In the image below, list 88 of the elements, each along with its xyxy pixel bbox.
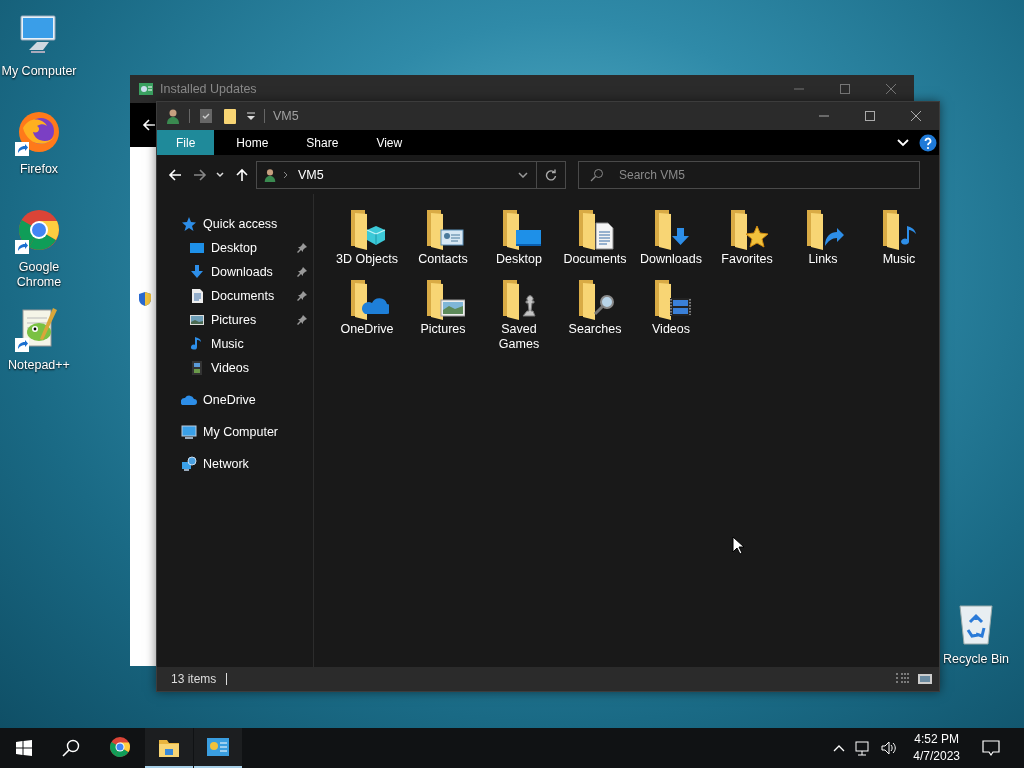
maximize-icon	[865, 111, 875, 121]
folder-label[interactable]: Saved Games	[482, 322, 556, 352]
nav-item[interactable]: Quick access	[203, 217, 278, 231]
search-field[interactable]: Search VM5	[578, 160, 920, 189]
toolbar-divider	[189, 109, 190, 123]
pin-icon[interactable]	[297, 315, 307, 325]
nav-item[interactable]: Downloads	[211, 265, 273, 279]
folder-label[interactable]: Desktop	[482, 252, 556, 267]
recent-locations-chevron-icon[interactable]	[216, 171, 224, 178]
notification-icon[interactable]	[982, 739, 1000, 757]
network-icon[interactable]	[855, 740, 872, 756]
folder-label[interactable]: Documents	[558, 252, 632, 267]
properties-icon[interactable]	[198, 108, 214, 124]
clock-date[interactable]: 4/7/2023	[913, 748, 960, 765]
desktop-icon-label[interactable]: My Computer	[1, 64, 77, 79]
picture-icon	[189, 312, 205, 328]
up-arrow-icon[interactable]	[235, 167, 249, 182]
back-arrow-icon[interactable]	[168, 167, 182, 182]
user-icon[interactable]	[165, 108, 181, 124]
folder-label[interactable]: Searches	[558, 322, 632, 337]
maximize-icon	[840, 84, 850, 94]
pin-icon[interactable]	[297, 291, 307, 301]
control-panel-icon	[206, 735, 230, 759]
back-arrow-icon[interactable]	[142, 118, 156, 132]
folder-label[interactable]: 3D Objects	[330, 252, 404, 267]
user-icon	[263, 166, 277, 183]
window-title: Installed Updates	[160, 82, 257, 96]
nav-item[interactable]: Documents	[211, 289, 275, 303]
folder-label[interactable]: Favorites	[710, 252, 784, 267]
control-panel-icon	[138, 81, 154, 97]
ribbon-tab[interactable]: Home	[220, 130, 285, 155]
mouse-pointer-icon	[732, 536, 744, 555]
refresh-icon[interactable]	[545, 168, 557, 181]
search-icon[interactable]	[62, 739, 80, 757]
nav-item[interactable]: My Computer	[203, 425, 279, 439]
search-icon	[590, 167, 604, 182]
film-icon	[189, 360, 205, 376]
pin-icon[interactable]	[297, 243, 307, 253]
taskbar-folder-button[interactable]	[145, 728, 193, 768]
nav-item[interactable]: Videos	[211, 361, 249, 375]
clock-time[interactable]: 4:52 PM	[913, 731, 960, 748]
folder-label[interactable]: OneDrive	[330, 322, 404, 337]
item-count: 13 items	[171, 672, 217, 686]
address-path: VM5	[298, 167, 324, 182]
ribbon-tab[interactable]: Share	[290, 130, 355, 155]
chevron-down-icon[interactable]	[518, 171, 528, 178]
breadcrumb-chevron-icon	[283, 170, 288, 179]
window-title: VM5	[273, 109, 299, 123]
star-icon	[181, 216, 197, 232]
folder-label[interactable]: Downloads	[634, 252, 708, 267]
nav-item[interactable]: Network	[203, 457, 249, 471]
folder-label[interactable]: Pictures	[406, 322, 480, 337]
ribbon-tab[interactable]: File	[157, 130, 215, 155]
chrome-icon	[108, 735, 132, 759]
speaker-icon[interactable]	[881, 740, 898, 756]
pin-icon[interactable]	[297, 267, 307, 277]
nav-item[interactable]: Pictures	[211, 313, 257, 327]
address-field[interactable]: VM5	[256, 160, 566, 189]
desktop-icon-label[interactable]: Notepad++	[8, 358, 70, 373]
new-folder-icon[interactable]	[222, 108, 238, 124]
forward-arrow-icon[interactable]	[193, 167, 207, 182]
folder-label[interactable]: Links	[786, 252, 860, 267]
nav-item[interactable]: OneDrive	[203, 393, 256, 407]
large-icons-view-icon[interactable]	[917, 672, 933, 686]
nav-item[interactable]: Desktop	[211, 241, 257, 255]
taskbar-control-panel-button[interactable]	[194, 728, 242, 768]
help-icon[interactable]	[919, 133, 937, 152]
folder-label[interactable]: Music	[862, 252, 936, 267]
toolbar-divider	[264, 109, 265, 123]
monitor-icon	[181, 424, 197, 440]
network-icon	[181, 456, 197, 472]
details-view-icon[interactable]	[895, 672, 911, 686]
close-icon	[886, 84, 896, 94]
windows-start-icon[interactable]	[16, 740, 32, 756]
customize-dropdown-icon[interactable]	[246, 111, 256, 121]
ribbon-tab[interactable]: View	[360, 130, 419, 155]
desktop-icon-label[interactable]: Google Chrome	[0, 260, 78, 290]
shield-icon	[138, 291, 152, 307]
down-arrow-icon	[189, 264, 205, 280]
close-icon	[911, 111, 921, 121]
document-icon	[189, 288, 205, 304]
nav-item[interactable]: Music	[211, 337, 244, 351]
desktop-icon-label[interactable]: Firefox	[19, 162, 59, 177]
monitor-icon	[189, 240, 205, 256]
folder-label[interactable]: Videos	[634, 322, 708, 337]
chevron-up-icon[interactable]	[833, 744, 846, 752]
desktop-icon-label[interactable]: Recycle Bin	[943, 652, 1009, 667]
folder-label[interactable]: Contacts	[406, 252, 480, 267]
